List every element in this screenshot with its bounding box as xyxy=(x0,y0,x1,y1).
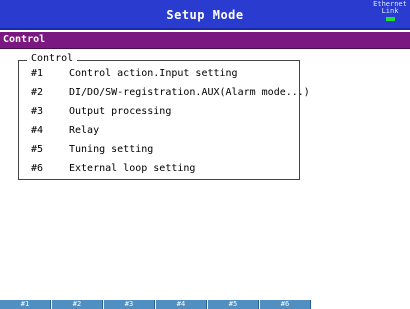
menu-item-label: DI/DO/SW-registration.AUX(Alarm mode...) xyxy=(69,87,310,98)
softkey-label: #3 xyxy=(124,300,134,308)
menu-item-number: #5 xyxy=(31,144,44,155)
softkey-bar: #1 #2 #3 #4 #5 #6 xyxy=(0,300,410,309)
menu-item-label: Relay xyxy=(69,125,100,136)
menu-item-control-action[interactable]: #1 Control action.Input setting xyxy=(19,66,299,82)
menu-item-number: #3 xyxy=(31,106,44,117)
menu-item-number: #4 xyxy=(31,125,44,136)
menu-item-relay[interactable]: #4 Relay xyxy=(19,123,299,139)
control-menu: Control #1 Control action.Input setting … xyxy=(18,53,310,180)
softkey-label: #6 xyxy=(280,300,290,308)
menu-item-label: Tuning setting xyxy=(69,144,154,155)
page-title: Setup Mode xyxy=(166,8,244,22)
menu-item-label: Output processing xyxy=(69,106,172,117)
menu-item-external-loop[interactable]: #6 External loop setting xyxy=(19,161,299,177)
softkey-1[interactable]: #1 xyxy=(0,300,51,309)
screen: Setup Mode Ethernet Link Control Control… xyxy=(0,0,410,309)
softkey-4[interactable]: #4 xyxy=(156,300,207,309)
menu-item-number: #6 xyxy=(31,163,44,174)
ethernet-status: Ethernet Link xyxy=(372,1,408,21)
softkey-6[interactable]: #6 xyxy=(260,300,311,309)
softkey-3[interactable]: #3 xyxy=(104,300,155,309)
section-bar: Control xyxy=(0,32,410,49)
menu-item-number: #1 xyxy=(31,68,44,79)
softkey-label: #4 xyxy=(176,300,186,308)
menu-item-number: #2 xyxy=(31,87,44,98)
softkey-2[interactable]: #2 xyxy=(52,300,103,309)
menu-item-tuning-setting[interactable]: #5 Tuning setting xyxy=(19,142,299,158)
menu-item-di-do-sw[interactable]: #2 DI/DO/SW-registration.AUX(Alarm mode.… xyxy=(19,85,310,101)
section-title: Control xyxy=(3,34,46,45)
menu-item-label: Control action.Input setting xyxy=(69,68,238,79)
link-led-icon xyxy=(385,17,395,21)
menu-legend: Control xyxy=(27,53,78,64)
softkey-5[interactable]: #5 xyxy=(208,300,259,309)
menu-item-output-processing[interactable]: #3 Output processing xyxy=(19,104,299,120)
softkey-label: #5 xyxy=(228,300,238,308)
menu-item-label: External loop setting xyxy=(69,163,196,174)
link-label: Link xyxy=(381,7,399,15)
title-bar: Setup Mode Ethernet Link xyxy=(0,0,410,30)
softkey-label: #1 xyxy=(20,300,30,308)
softkey-label: #2 xyxy=(72,300,82,308)
